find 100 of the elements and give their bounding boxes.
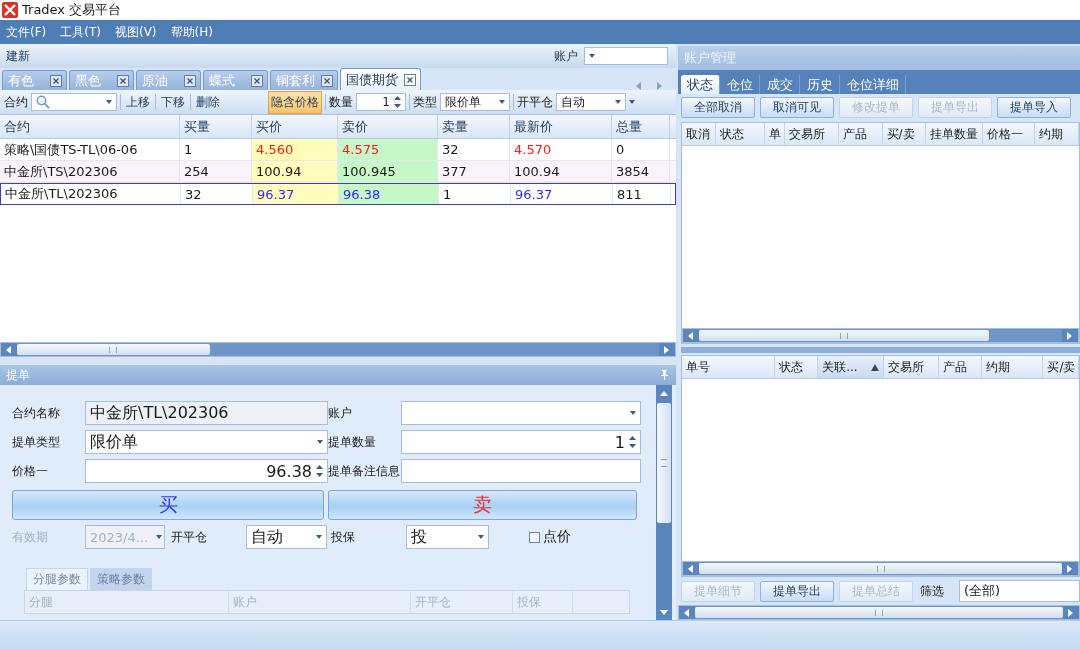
- quote-row[interactable]: 中金所\TS\202306 254 100.94 100.945 377 100.94 3854: [0, 161, 676, 183]
- column-header[interactable]: 买/卖: [882, 123, 926, 145]
- spinner-arrows-icon[interactable]: [316, 464, 323, 478]
- implied-price-toggle[interactable]: 隐含价格: [268, 90, 322, 114]
- column-header[interactable]: 交易所: [784, 123, 840, 145]
- column-header[interactable]: 合约: [0, 115, 180, 138]
- account-dropdown[interactable]: [584, 47, 668, 65]
- column-header[interactable]: 买/卖: [1043, 356, 1079, 378]
- column-header[interactable]: 单号: [682, 356, 775, 378]
- close-icon[interactable]: [184, 74, 196, 87]
- sort-ascending-icon: [871, 363, 880, 371]
- order-type-dropdown[interactable]: 限价单: [85, 430, 328, 454]
- column-header[interactable]: 约期: [982, 356, 1044, 378]
- menu-item[interactable]: 视图(V): [114, 23, 157, 41]
- contract-search-field[interactable]: [31, 93, 117, 111]
- account-label: 账户: [328, 404, 353, 422]
- close-icon[interactable]: [321, 74, 333, 87]
- close-icon[interactable]: [251, 74, 263, 87]
- order-type-dropdown[interactable]: 限价单: [440, 93, 510, 111]
- open-close-dropdown[interactable]: 自动: [246, 525, 327, 549]
- account-dropdown[interactable]: [401, 401, 641, 425]
- horizontal-scrollbar[interactable]: [682, 561, 1079, 576]
- table-cell: 96.37: [511, 184, 613, 204]
- price-label: 价格一: [12, 462, 49, 480]
- table-cell: 1: [439, 184, 511, 204]
- scroll-right-icon[interactable]: [657, 82, 662, 90]
- order-quantity-field[interactable]: 1: [401, 430, 641, 454]
- caret-icon: [615, 100, 621, 104]
- price-field[interactable]: 96.38: [85, 459, 328, 483]
- order-quantity-label: 提单数量: [328, 433, 377, 451]
- column-header[interactable]: 总量: [612, 115, 670, 138]
- column-header[interactable]: 约期: [1034, 123, 1079, 145]
- panel-title: 账户管理: [684, 49, 736, 67]
- account-label: 账户: [554, 47, 578, 65]
- column-header[interactable]: 买价: [252, 115, 338, 138]
- close-icon[interactable]: [404, 73, 416, 86]
- horizontal-scrollbar[interactable]: [678, 605, 1080, 620]
- scroll-down-icon[interactable]: [660, 609, 668, 615]
- scroll-left-icon[interactable]: [6, 345, 12, 354]
- scroll-left-icon[interactable]: [684, 608, 690, 617]
- table-cell: 4.570: [510, 139, 612, 160]
- delete-button[interactable]: 删除: [194, 91, 222, 113]
- menu-item[interactable]: 工具(T): [60, 23, 101, 41]
- close-icon[interactable]: [50, 74, 62, 87]
- table-cell: 中金所\TS\202306: [0, 161, 180, 182]
- account-tab[interactable]: 状态: [681, 75, 720, 94]
- column-header[interactable]: 产品: [839, 123, 883, 145]
- table-cell: 96.37: [253, 184, 339, 204]
- quote-row[interactable]: 中金所\TL\202306 32 96.37 96.38 1 96.37 811: [0, 183, 676, 205]
- scroll-up-icon[interactable]: [660, 390, 668, 396]
- order-action-button[interactable]: 提单导出: [760, 580, 834, 602]
- column-header[interactable]: 状态: [715, 123, 765, 145]
- column-header[interactable]: 取消: [682, 123, 716, 145]
- order-action-button[interactable]: 提单导入: [997, 96, 1071, 118]
- scroll-left-icon[interactable]: [636, 82, 641, 90]
- order-action-button[interactable]: 全部取消: [681, 96, 755, 118]
- scroll-left-icon[interactable]: [688, 331, 694, 340]
- column-header[interactable]: 最新价: [510, 115, 612, 138]
- column-header[interactable]: 产品: [938, 356, 983, 378]
- horizontal-scrollbar[interactable]: [0, 342, 676, 357]
- open-close-dropdown[interactable]: 自动: [556, 93, 626, 111]
- account-tab[interactable]: 仓位详细: [841, 75, 906, 94]
- expiry-label: 有效期: [12, 528, 49, 546]
- column-header[interactable]: 卖价: [338, 115, 438, 138]
- contract-name-field[interactable]: 中金所\TL\202306: [85, 401, 328, 425]
- spinner-arrows-icon[interactable]: [394, 95, 401, 109]
- move-down-button[interactable]: 下移: [159, 91, 187, 113]
- column-header[interactable]: 买量: [180, 115, 252, 138]
- spinner-arrows-icon[interactable]: [629, 435, 636, 449]
- table-cell: 3854: [612, 161, 670, 182]
- buy-button[interactable]: 买: [12, 490, 324, 520]
- instrument-tab[interactable]: 国债期货: [340, 68, 421, 90]
- point-price-checkbox[interactable]: 点价: [529, 528, 571, 546]
- vertical-scrollbar[interactable]: [656, 385, 672, 620]
- hedge-dropdown[interactable]: 投: [406, 525, 489, 549]
- column-header[interactable]: 挂单数量: [926, 123, 984, 145]
- caret-icon: [630, 411, 636, 415]
- order-action-button[interactable]: 取消可见: [760, 96, 834, 118]
- scroll-left-icon[interactable]: [688, 564, 694, 573]
- menu-item[interactable]: 帮助(H): [170, 23, 213, 41]
- scroll-right-icon[interactable]: [1068, 608, 1074, 617]
- scroll-right-icon[interactable]: [1067, 331, 1073, 340]
- close-icon[interactable]: [117, 74, 129, 87]
- account-tab[interactable]: 历史: [801, 75, 840, 94]
- column-header[interactable]: 交易所: [884, 356, 939, 378]
- column-header[interactable]: 关联...: [818, 356, 885, 378]
- menu-item[interactable]: 文件(F): [6, 23, 47, 41]
- account-tab[interactable]: 成交: [761, 75, 800, 94]
- filter-dropdown[interactable]: (全部): [959, 580, 1080, 602]
- horizontal-scrollbar[interactable]: [682, 328, 1079, 343]
- column-header[interactable]: 卖量: [438, 115, 510, 138]
- scroll-right-icon[interactable]: [1067, 564, 1073, 573]
- column-header[interactable]: 单: [764, 123, 785, 145]
- scroll-right-icon[interactable]: [664, 345, 670, 354]
- order-note-field[interactable]: [401, 459, 641, 483]
- move-up-button[interactable]: 上移: [124, 91, 152, 113]
- pin-icon[interactable]: [661, 370, 668, 380]
- account-tab[interactable]: 仓位: [721, 75, 760, 94]
- quantity-field[interactable]: 1: [356, 93, 406, 111]
- column-header[interactable]: 价格一: [983, 123, 1035, 145]
